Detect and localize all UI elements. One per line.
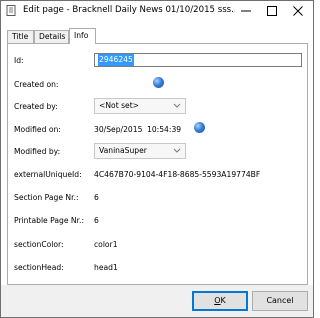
printable-page-nr-value: 6 bbox=[94, 216, 99, 225]
tab-info[interactable]: Info bbox=[69, 28, 96, 44]
external-unique-id-label: externalUniqueId: bbox=[14, 170, 82, 179]
id-field[interactable]: 2946245 bbox=[94, 53, 302, 67]
tab-details[interactable]: Details bbox=[34, 30, 69, 43]
section-page-nr-label: Section Page Nr.: bbox=[14, 193, 79, 202]
cancel-button[interactable]: Cancel bbox=[252, 291, 308, 311]
modified-on-label: Modified on: bbox=[14, 125, 61, 134]
edit-page-dialog: Edit page - Bracknell Daily News 01/10/2… bbox=[0, 0, 314, 318]
app-icon bbox=[6, 5, 17, 16]
window-title: Edit page - Bracknell Daily News 01/10/2… bbox=[23, 5, 235, 15]
ok-button[interactable]: OK bbox=[192, 291, 248, 311]
section-head-label: sectionHead: bbox=[14, 263, 64, 272]
globe-icon[interactable] bbox=[153, 77, 164, 88]
button-bar: OK Cancel bbox=[1, 285, 313, 317]
chevron-down-icon bbox=[173, 148, 181, 153]
id-label: Id: bbox=[14, 56, 24, 65]
created-on-label: Created on: bbox=[14, 80, 59, 89]
modified-by-value: VaninaSuper bbox=[99, 146, 147, 155]
maximize-button[interactable] bbox=[259, 1, 285, 21]
printable-page-nr-label: Printable Page Nr.: bbox=[14, 216, 85, 225]
created-by-label: Created by: bbox=[14, 102, 58, 111]
ok-label-rest: K bbox=[220, 296, 226, 305]
modified-on-date: 30/Sep/2015 bbox=[94, 125, 143, 134]
chevron-down-icon bbox=[173, 103, 181, 108]
modified-by-label: Modified by: bbox=[14, 147, 61, 156]
external-unique-id-value: 4C467B70-9104-4F18-8685-5593A19774BF bbox=[94, 170, 261, 179]
minimize-icon bbox=[241, 10, 251, 12]
section-color-label: sectionColor: bbox=[14, 240, 64, 249]
created-by-select[interactable]: <Not set> bbox=[94, 98, 186, 114]
section-page-nr-value: 6 bbox=[94, 193, 99, 202]
title-bar[interactable]: Edit page - Bracknell Daily News 01/10/2… bbox=[1, 1, 313, 21]
close-icon bbox=[293, 6, 303, 16]
modified-on-time: 10:54:39 bbox=[147, 125, 182, 134]
section-color-value: color1 bbox=[94, 240, 118, 249]
section-head-value: head1 bbox=[94, 263, 118, 272]
globe-icon[interactable] bbox=[194, 122, 205, 133]
maximize-icon bbox=[267, 6, 277, 16]
created-by-value: <Not set> bbox=[99, 101, 140, 110]
tab-title[interactable]: Title bbox=[7, 30, 34, 43]
close-button[interactable] bbox=[285, 1, 311, 21]
modified-by-select[interactable]: VaninaSuper bbox=[94, 143, 186, 159]
minimize-button[interactable] bbox=[233, 1, 259, 21]
id-value: 2946245 bbox=[98, 54, 134, 66]
info-panel: Id: 2946245 Created on: Created by: <Not… bbox=[7, 43, 308, 285]
